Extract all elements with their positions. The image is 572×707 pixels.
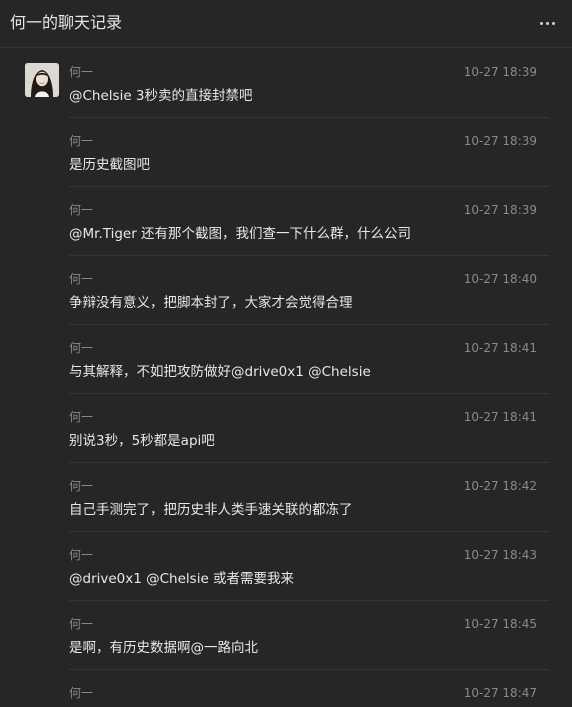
message-item[interactable]: 何一 10-27 18:42 自己手测完了，把历史非人类手速关联的都冻了 (0, 463, 572, 532)
message-sender: 何一 (69, 341, 94, 355)
message-text: 与其解释，不如把攻防做好@drive0x1 @Chelsie (69, 364, 371, 380)
message-timestamp: 10-27 18:39 (463, 134, 537, 148)
message-item[interactable]: 何一 10-27 18:40 争辩没有意义，把脚本封了，大家才会觉得合理 (0, 256, 572, 325)
message-timestamp: 10-27 18:41 (463, 341, 537, 355)
message-item[interactable]: 何一 10-27 18:47 (0, 670, 572, 707)
message-timestamp: 10-27 18:39 (463, 65, 537, 79)
header: 何一的聊天记录 (0, 0, 572, 48)
message-timestamp: 10-27 18:47 (463, 686, 537, 700)
message-sender: 何一 (69, 548, 94, 562)
message-item[interactable]: 何一 10-27 18:41 别说3秒，5秒都是api吧 (0, 394, 572, 463)
message-sender: 何一 (69, 65, 94, 79)
message-text: 是历史截图吧 (69, 157, 150, 173)
message-item[interactable]: 何一 10-27 18:43 @drive0x1 @Chelsie 或者需要我来 (0, 532, 572, 601)
message-text: 是啊，有历史数据啊@一路向北 (69, 640, 258, 656)
message-timestamp: 10-27 18:45 (463, 617, 537, 631)
message-sender: 何一 (69, 410, 94, 424)
message-item[interactable]: 何一 10-27 18:39 @Mr.Tiger 还有那个截图，我们查一下什么群… (0, 187, 572, 256)
message-text: 别说3秒，5秒都是api吧 (69, 433, 215, 449)
message-sender: 何一 (69, 617, 94, 631)
message-list[interactable]: 何一 10-27 18:39 @Chelsie 3秒卖的直接封禁吧 何一 10-… (0, 49, 572, 707)
message-timestamp: 10-27 18:41 (463, 410, 537, 424)
message-text: 争辩没有意义，把脚本封了，大家才会觉得合理 (69, 295, 353, 311)
message-sender: 何一 (69, 686, 94, 700)
message-sender: 何一 (69, 479, 94, 493)
avatar[interactable] (25, 63, 59, 97)
message-item[interactable]: 何一 10-27 18:45 是啊，有历史数据啊@一路向北 (0, 601, 572, 670)
message-sender: 何一 (69, 203, 94, 217)
message-timestamp: 10-27 18:39 (463, 203, 537, 217)
more-icon[interactable] (536, 12, 558, 34)
message-text: @Chelsie 3秒卖的直接封禁吧 (69, 88, 253, 104)
more-dot (539, 21, 543, 25)
avatar-photo-icon (25, 63, 59, 97)
message-timestamp: 10-27 18:43 (463, 548, 537, 562)
message-text: @Mr.Tiger 还有那个截图，我们查一下什么群，什么公司 (69, 226, 412, 242)
message-item[interactable]: 何一 10-27 18:39 @Chelsie 3秒卖的直接封禁吧 (0, 49, 572, 118)
more-dot (551, 21, 555, 25)
message-text: 自己手测完了，把历史非人类手速关联的都冻了 (69, 502, 353, 518)
message-sender: 何一 (69, 134, 94, 148)
page-title: 何一的聊天记录 (10, 13, 123, 32)
chat-history-window: 何一的聊天记录 何一 10-27 18:39 @Chelsie 3秒卖的直接封禁… (0, 0, 572, 707)
message-timestamp: 10-27 18:42 (463, 479, 537, 493)
message-item[interactable]: 何一 10-27 18:39 是历史截图吧 (0, 118, 572, 187)
more-dot (545, 21, 549, 25)
message-text: @drive0x1 @Chelsie 或者需要我来 (69, 571, 295, 587)
message-item[interactable]: 何一 10-27 18:41 与其解释，不如把攻防做好@drive0x1 @Ch… (0, 325, 572, 394)
message-sender: 何一 (69, 272, 94, 286)
message-timestamp: 10-27 18:40 (463, 272, 537, 286)
